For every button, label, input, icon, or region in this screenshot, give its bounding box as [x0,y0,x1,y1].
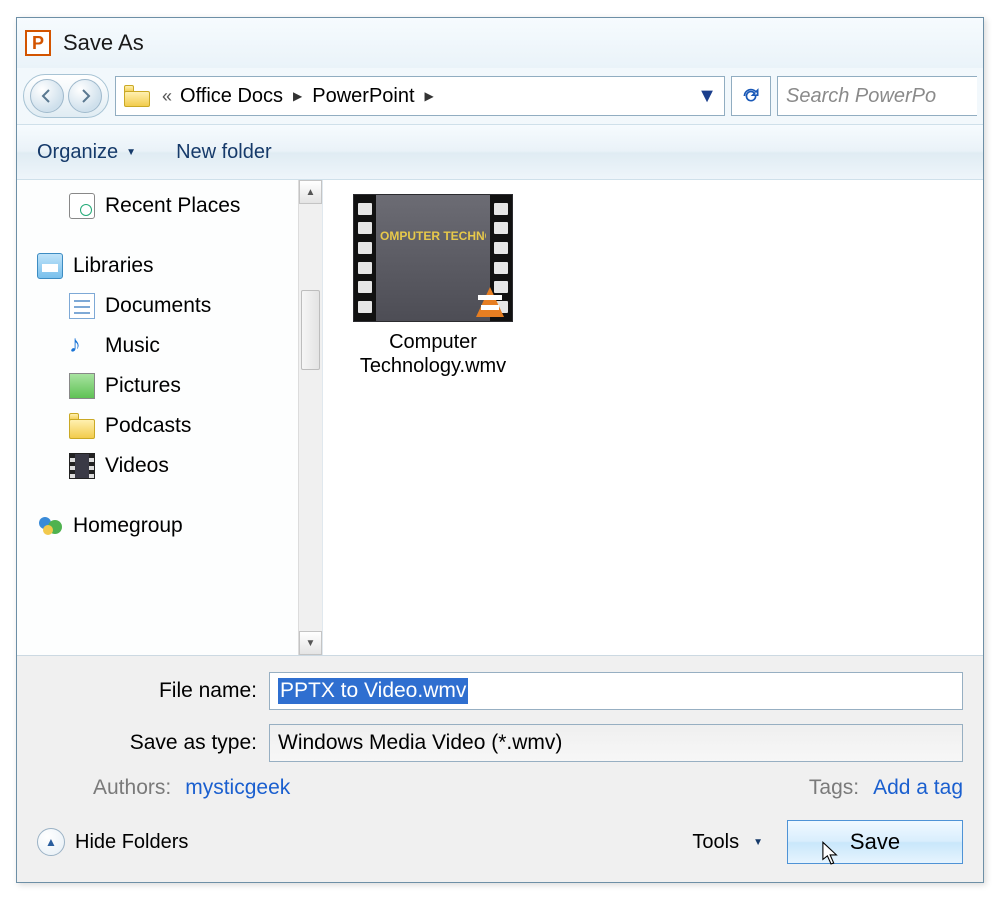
file-name-input[interactable]: PPTX to Video.wmv [269,672,963,710]
authors-label: Authors: [93,776,171,800]
chevron-right-icon[interactable]: ▶ [287,89,308,103]
chevron-down-icon: ▼ [753,837,763,848]
file-name-label: File name: [37,679,269,703]
toolbar: Organize ▼ New folder [17,124,983,180]
footer: ▲ Hide Folders Tools ▼ Save [17,812,983,882]
scroll-track[interactable] [299,204,322,631]
scroll-down-icon[interactable]: ▼ [299,631,322,655]
powerpoint-icon: P [25,30,51,56]
chevron-down-icon: ▼ [126,147,136,158]
crumb-prefix: « [158,86,176,107]
recent-places-icon [69,193,95,219]
hide-folders-button[interactable]: ▲ Hide Folders [37,828,188,856]
chevron-right-icon[interactable]: ▶ [419,89,440,103]
address-bar[interactable]: « Office Docs ▶ PowerPoint ▶ ▼ [115,76,725,116]
file-name-line1: Computer [343,330,523,354]
tree-homegroup[interactable]: Homegroup [17,506,322,546]
dialog-body: Recent Places Libraries Documents ♪ Musi… [17,180,983,656]
homegroup-icon [37,513,63,539]
save-as-dialog: P Save As « Office Docs ▶ PowerPoint ▶ ▼ [16,17,984,883]
tree-videos[interactable]: Videos [17,446,322,486]
window-title: Save As [63,30,144,56]
tree-pictures[interactable]: Pictures [17,366,322,406]
chevron-up-icon: ▲ [37,828,65,856]
organize-button[interactable]: Organize ▼ [37,141,136,164]
music-icon: ♪ [69,333,95,359]
authors-value[interactable]: mysticgeek [185,776,290,800]
arrow-left-icon [39,88,55,104]
file-item[interactable]: OMPUTER TECHNOLOG Computer Technology.wm… [343,194,523,378]
nav-scrollbar[interactable]: ▲ ▼ [298,180,322,655]
tree-libraries[interactable]: Libraries [17,246,322,286]
arrow-right-icon [77,88,93,104]
folder-icon [124,85,150,107]
titlebar: P Save As [17,18,983,68]
tools-button[interactable]: Tools ▼ [692,831,763,854]
nav-buttons [23,74,109,118]
tags-value[interactable]: Add a tag [873,776,963,800]
search-input[interactable]: Search PowerPo [777,76,977,116]
document-icon [69,293,95,319]
tree-podcasts[interactable]: Podcasts [17,406,322,446]
scroll-up-icon[interactable]: ▲ [299,180,322,204]
search-placeholder: Search PowerPo [786,85,936,108]
navigation-pane: Recent Places Libraries Documents ♪ Musi… [17,180,323,655]
videos-icon [69,453,95,479]
vlc-cone-icon [476,287,504,317]
save-as-type-value: Windows Media Video (*.wmv) [278,731,562,755]
refresh-icon [741,86,761,106]
save-button[interactable]: Save [787,820,963,864]
tags-label: Tags: [809,776,859,800]
folder-icon [69,413,95,439]
file-name-value: PPTX to Video.wmv [278,678,468,704]
back-button[interactable] [30,79,64,113]
file-name-line2: Technology.wmv [343,354,523,378]
libraries-icon [37,253,63,279]
address-dropdown-icon[interactable]: ▼ [694,85,720,108]
scroll-thumb[interactable] [301,290,320,370]
video-thumbnail: OMPUTER TECHNOLOG [353,194,513,322]
new-folder-button[interactable]: New folder [176,141,272,164]
tree-recent-places[interactable]: Recent Places [17,186,322,226]
breadcrumb-office-docs[interactable]: Office Docs [176,85,287,108]
nav-row: « Office Docs ▶ PowerPoint ▶ ▼ Search Po… [17,68,983,124]
bottom-panel: File name: PPTX to Video.wmv Save as typ… [17,656,983,812]
tree-music[interactable]: ♪ Music [17,326,322,366]
file-list[interactable]: OMPUTER TECHNOLOG Computer Technology.wm… [323,180,983,655]
tree-documents[interactable]: Documents [17,286,322,326]
refresh-button[interactable] [731,76,771,116]
forward-button[interactable] [68,79,102,113]
breadcrumb-powerpoint[interactable]: PowerPoint [308,85,418,108]
save-as-type-dropdown[interactable]: Windows Media Video (*.wmv) [269,724,963,762]
cursor-icon [822,841,840,867]
pictures-icon [69,373,95,399]
save-as-type-label: Save as type: [37,731,269,755]
folder-tree: Recent Places Libraries Documents ♪ Musi… [17,180,322,552]
